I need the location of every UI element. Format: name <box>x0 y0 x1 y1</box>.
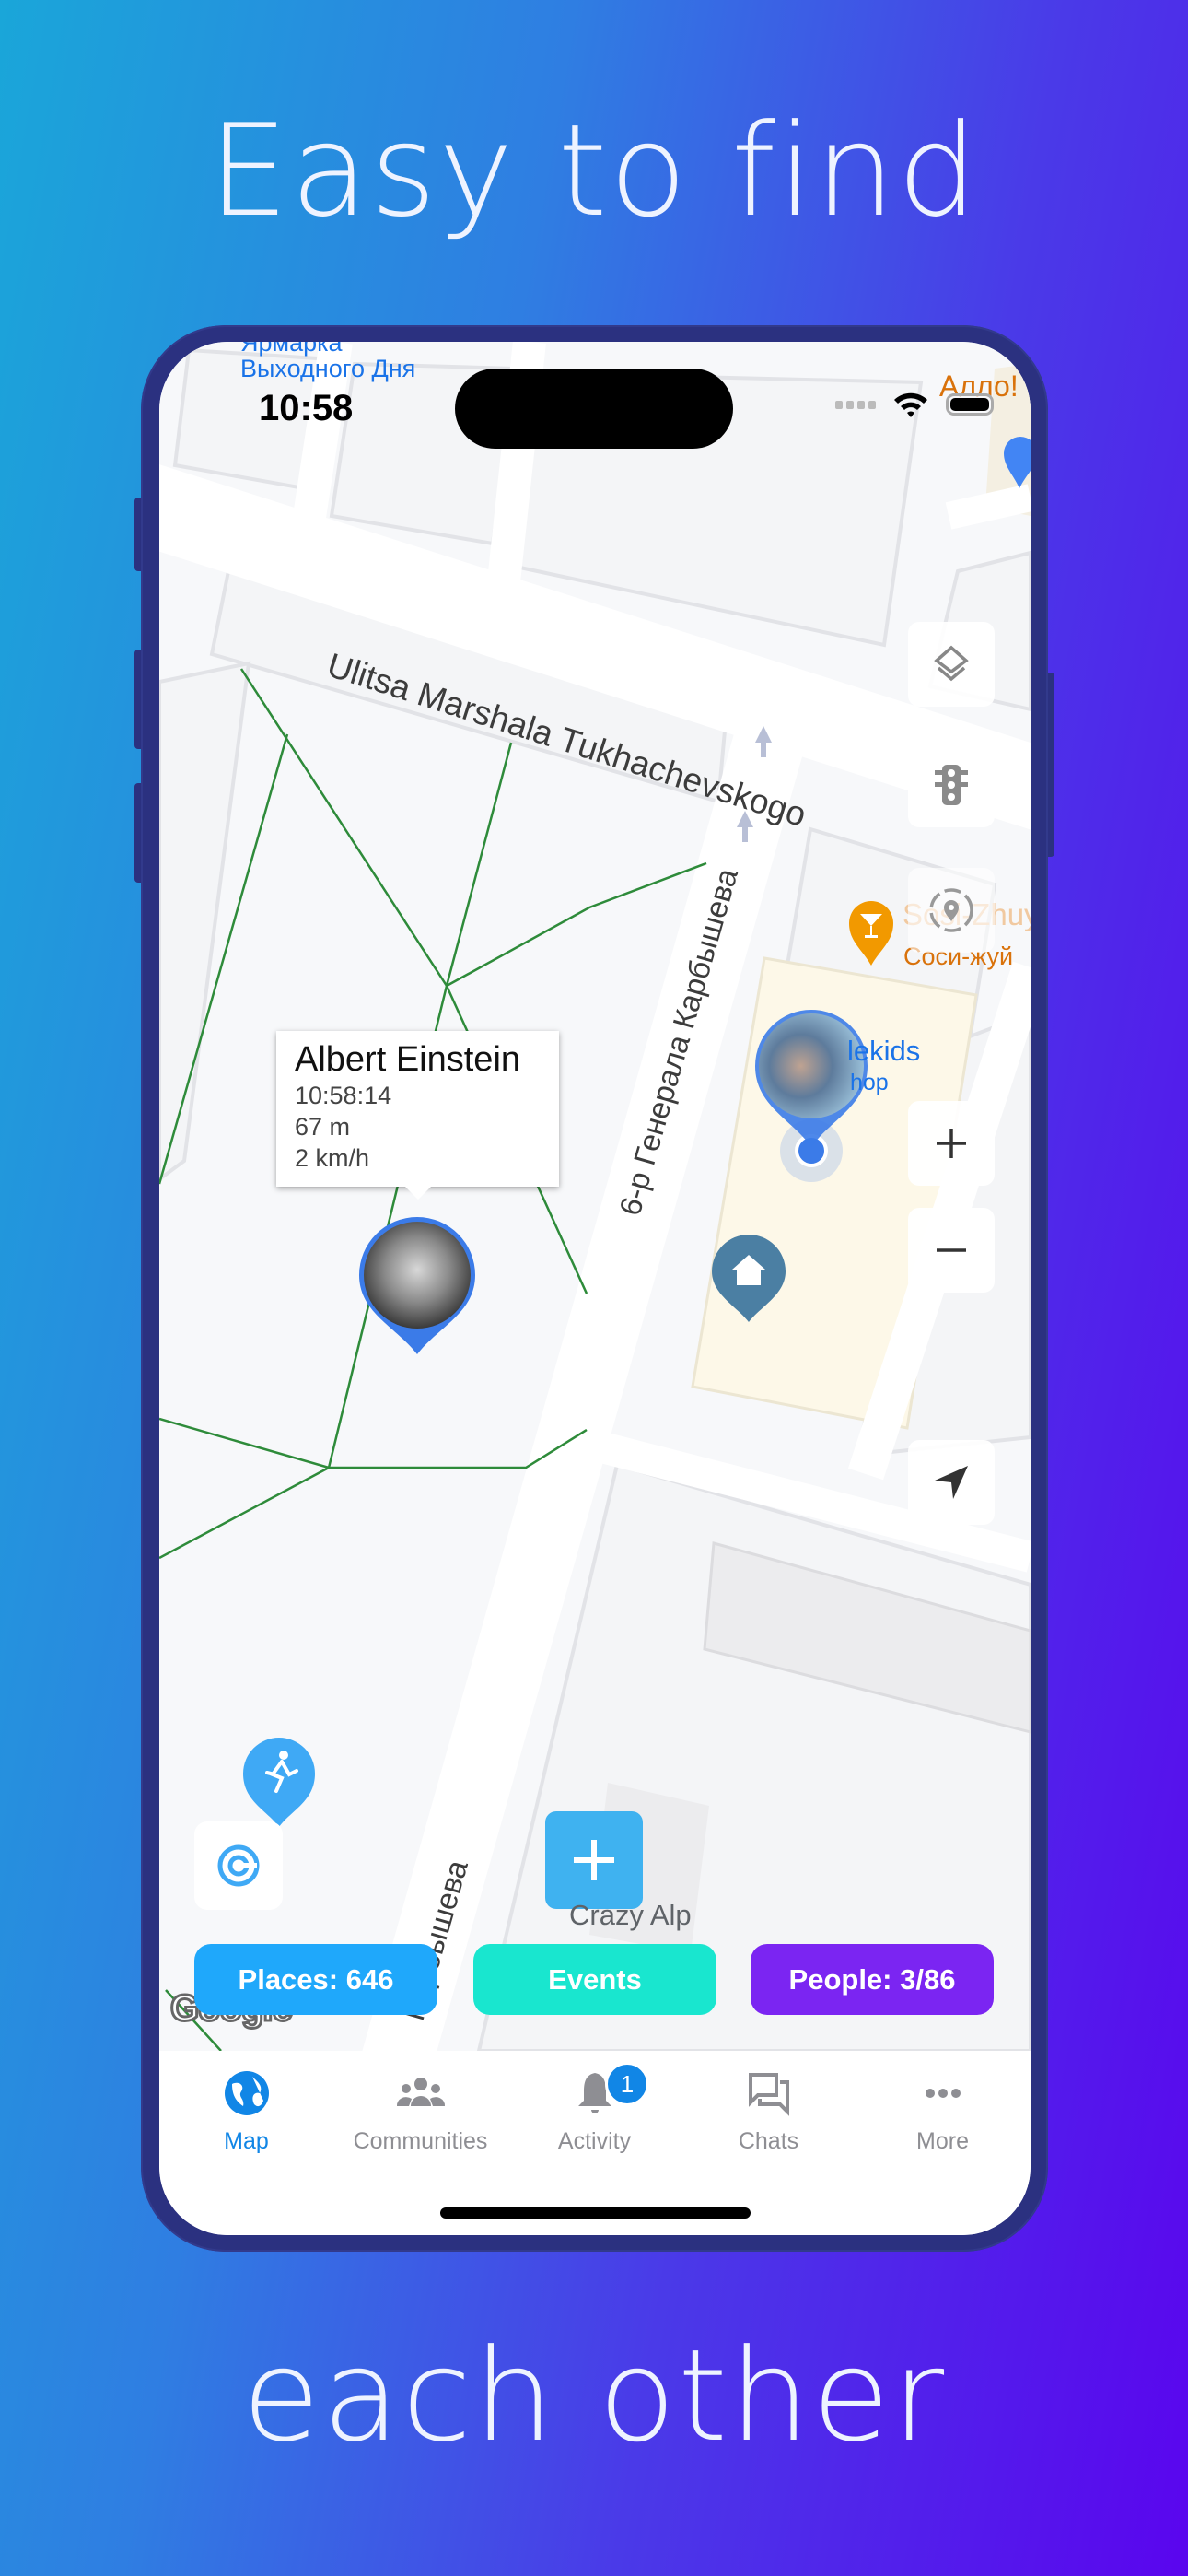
layers-button[interactable] <box>908 622 995 707</box>
tab-communities[interactable]: Communities <box>333 2069 507 2155</box>
callout-user-name: Albert Einstein <box>295 1040 521 1079</box>
zoom-in-button[interactable] <box>908 1101 995 1186</box>
people-filter-button[interactable]: People: 3/86 <box>751 1944 994 2015</box>
traffic-button[interactable] <box>908 743 995 827</box>
add-icon <box>574 1840 614 1880</box>
road <box>945 484 1031 530</box>
phone-screen: Ярмарка Выходного Дня Алло! 10:58 Ulitsa… <box>159 342 1031 2235</box>
zoom-in-icon <box>937 1129 966 1158</box>
user-info-callout[interactable]: Albert Einstein 10:58:14 67 m 2 km/h <box>276 1031 559 1200</box>
places-filter-button[interactable]: Places: 646 <box>194 1944 437 2015</box>
group-icon <box>396 2078 445 2106</box>
traffic-light-icon <box>935 765 968 805</box>
dynamic-island <box>455 369 733 449</box>
chat-bubbles-icon <box>748 2073 789 2116</box>
callout-speed: 2 km/h <box>295 1144 370 1172</box>
callout-time: 10:58:14 <box>295 1082 392 1109</box>
zoom-out-button[interactable] <box>908 1208 995 1293</box>
poi-label[interactable]: lekids <box>847 1035 920 1068</box>
tab-chats[interactable]: Chats <box>681 2069 856 2155</box>
location-target-icon <box>929 888 973 932</box>
poi-label[interactable]: Crazy Alp <box>569 1899 692 1932</box>
wifi-icon <box>894 392 927 417</box>
tab-more[interactable]: More <box>856 2069 1030 2155</box>
tab-label: Map <box>224 2128 269 2154</box>
radar-icon <box>217 1844 260 1887</box>
globe-icon <box>224 2071 269 2115</box>
zoom-out-icon <box>937 1248 966 1252</box>
avatar <box>364 1222 471 1329</box>
status-time: 10:58 <box>259 388 354 428</box>
promo-headline: Easy to find <box>208 97 980 245</box>
add-place-button[interactable] <box>545 1811 643 1909</box>
more-dots-icon <box>925 2089 961 2098</box>
radar-button[interactable] <box>194 1821 283 1910</box>
battery-icon <box>946 393 994 416</box>
location-target-button[interactable] <box>908 868 995 953</box>
navigate-arrow-icon <box>935 1466 968 1499</box>
notification-badge: 1 <box>605 2062 649 2106</box>
promo-tagline: each other <box>241 2322 947 2470</box>
navigate-button[interactable] <box>908 1440 995 1525</box>
tab-label: Activity <box>557 2128 632 2154</box>
callout-distance: 67 m <box>295 1113 351 1141</box>
cellular-signal-icon <box>835 400 876 409</box>
tab-activity[interactable]: 1 Activity <box>507 2062 681 2155</box>
tab-map[interactable]: Map <box>159 2069 333 2155</box>
tab-label: Chats <box>738 2128 799 2154</box>
events-filter-button[interactable]: Events <box>473 1944 716 2015</box>
layers-icon <box>934 645 969 682</box>
poi-label[interactable]: Выходного Дня <box>240 355 415 383</box>
status-icons <box>835 390 994 419</box>
tab-label: More <box>916 2128 969 2154</box>
home-indicator[interactable] <box>440 2207 751 2219</box>
poi-sublabel: hop <box>850 1070 889 1095</box>
tab-label: Communities <box>353 2128 488 2154</box>
